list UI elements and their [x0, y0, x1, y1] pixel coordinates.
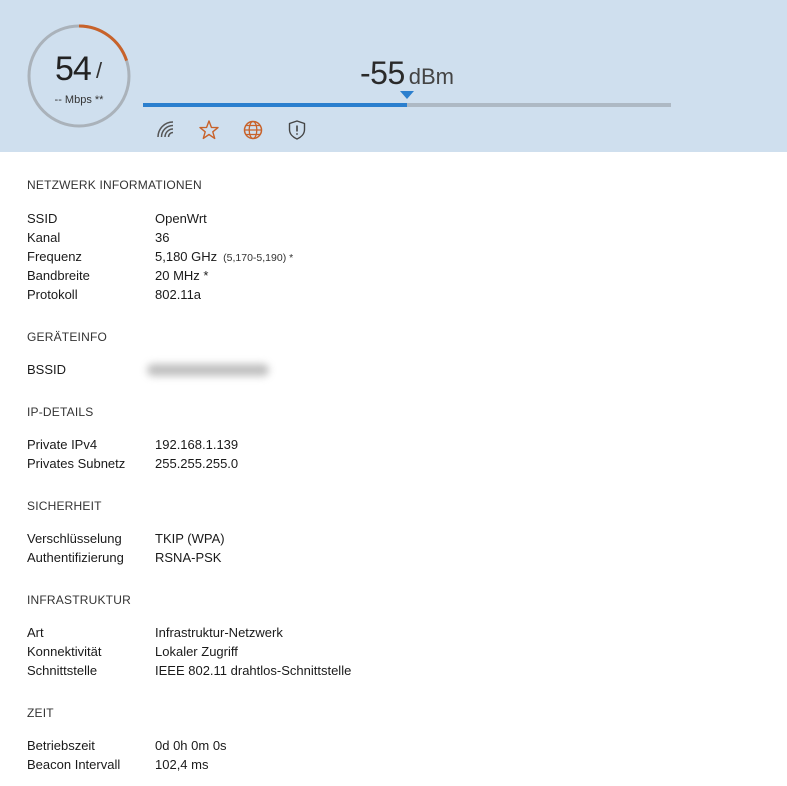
row-value: 255.255.255.0: [155, 456, 239, 471]
row-frequency: Frequenz 5,180 GHz (5,170-5,190) *: [27, 247, 727, 266]
speed-gauge: 54 / -- Mbps **: [27, 24, 131, 128]
link-speed-unit: -- Mbps **: [54, 94, 104, 106]
device-rows: BSSID: [27, 360, 727, 379]
bssid-redacted: [147, 364, 269, 376]
row-value: 20 MHz *: [155, 268, 209, 283]
row-value: IEEE 802.11 drahtlos-Schnittstelle: [155, 663, 352, 678]
row-label: Frequenz: [27, 249, 82, 264]
row-value: 0d 0h 0m 0s: [155, 738, 227, 753]
row-type: Art Infrastruktur-Netzwerk: [27, 623, 727, 642]
row-label: Art: [27, 625, 44, 640]
row-protocol: Protokoll 802.11a: [27, 285, 727, 304]
row-ssid: SSID OpenWrt: [27, 209, 727, 228]
row-channel: Kanal 36: [27, 228, 727, 247]
signal-level-fill: [143, 103, 407, 107]
row-label: SSID: [27, 211, 58, 226]
header-panel: 54 / -- Mbps ** -55 dBm: [0, 0, 787, 152]
row-label: BSSID: [27, 362, 67, 377]
star-icon[interactable]: [198, 119, 220, 141]
row-value-group: 5,180 GHz (5,170-5,190) *: [155, 247, 293, 268]
row-value: RSNA-PSK: [155, 550, 222, 565]
row-label: Protokoll: [27, 287, 78, 302]
row-label: Beacon Intervall: [27, 757, 121, 772]
frequency-range: (5,170-5,190) *: [223, 252, 294, 264]
signal-level-bar: [143, 91, 671, 107]
row-connectivity: Konnektivität Lokaler Zugriff: [27, 642, 727, 661]
row-bandwidth: Bandbreite 20 MHz *: [27, 266, 727, 285]
row-encryption: Verschlüsselung TKIP (WPA): [27, 529, 727, 548]
row-private-subnet: Privates Subnetz 255.255.255.0: [27, 454, 727, 473]
row-value: 802.11a: [155, 287, 202, 302]
row-authentication: Authentifizierung RSNA-PSK: [27, 548, 727, 567]
section-title-time: ZEIT: [27, 706, 54, 720]
row-label: Schnittstelle: [27, 663, 98, 678]
shield-icon[interactable]: [286, 119, 308, 141]
infrastructure-rows: Art Infrastruktur-Netzwerk Konnektivität L…: [27, 623, 727, 680]
row-label: Authentifizierung: [27, 550, 124, 565]
section-title-ip: IP-DETAILS: [27, 405, 94, 419]
row-private-ipv4: Private IPv4 192.168.1.139: [27, 435, 727, 454]
row-label: Privates Subnetz: [27, 456, 126, 471]
section-security: SICHERHEIT: [27, 499, 102, 514]
row-bssid: BSSID: [27, 360, 727, 379]
signal-strength-value: -55: [360, 55, 405, 91]
time-rows: Betriebszeit 0d 0h 0m 0s Beacon Intervall…: [27, 736, 727, 774]
row-uptime: Betriebszeit 0d 0h 0m 0s: [27, 736, 727, 755]
section-title-device: GERÄTEINFO: [27, 330, 108, 344]
section-infrastructure: INFRASTRUKTUR: [27, 593, 131, 608]
row-label: Private IPv4: [27, 437, 98, 452]
signal-level-marker: [400, 91, 414, 99]
row-label: Verschlüsselung: [27, 531, 122, 546]
section-ip: IP-DETAILS: [27, 405, 93, 420]
section-title-security: SICHERHEIT: [27, 499, 102, 513]
signal-strength-unit: dBm: [408, 64, 454, 89]
row-value: 5,180 GHz: [155, 249, 218, 264]
section-title-network: NETZWERK INFORMATIONEN: [27, 178, 202, 192]
section-time: ZEIT: [27, 706, 54, 721]
row-value: 36: [155, 230, 170, 245]
wifi-icon[interactable]: [155, 119, 177, 141]
row-value: 192.168.1.139: [155, 437, 239, 452]
ip-rows: Private IPv4 192.168.1.139 Privates Subne…: [27, 435, 727, 473]
row-beacon-interval: Beacon Intervall 102,4 ms: [27, 755, 727, 774]
security-rows: Verschlüsselung TKIP (WPA) Authentifizier…: [27, 529, 727, 567]
row-label: Konnektivität: [27, 644, 102, 659]
row-value: TKIP (WPA): [155, 531, 225, 546]
row-value: Lokaler Zugriff: [155, 644, 238, 659]
signal-strength: -55 dBm: [143, 55, 671, 92]
link-speed-separator: /: [96, 58, 103, 83]
row-value: OpenWrt: [155, 211, 207, 226]
row-interface: Schnittstelle IEEE 802.11 drahtlos-Schnit…: [27, 661, 727, 680]
row-value: 102,4 ms: [155, 757, 209, 772]
row-label: Kanal: [27, 230, 61, 245]
section-title-infrastructure: INFRASTRUKTUR: [27, 593, 131, 607]
row-label: Betriebszeit: [27, 738, 95, 753]
row-label: Bandbreite: [27, 268, 90, 283]
row-value: Infrastruktur-Netzwerk: [155, 625, 283, 640]
network-rows: SSID OpenWrt Kanal 36 Frequenz 5,180 GHz (5,…: [27, 209, 727, 304]
section-network: NETZWERK INFORMATIONEN: [27, 178, 202, 193]
globe-icon[interactable]: [242, 119, 264, 141]
section-device: GERÄTEINFO: [27, 330, 107, 345]
link-speed-value: 54: [55, 50, 92, 88]
